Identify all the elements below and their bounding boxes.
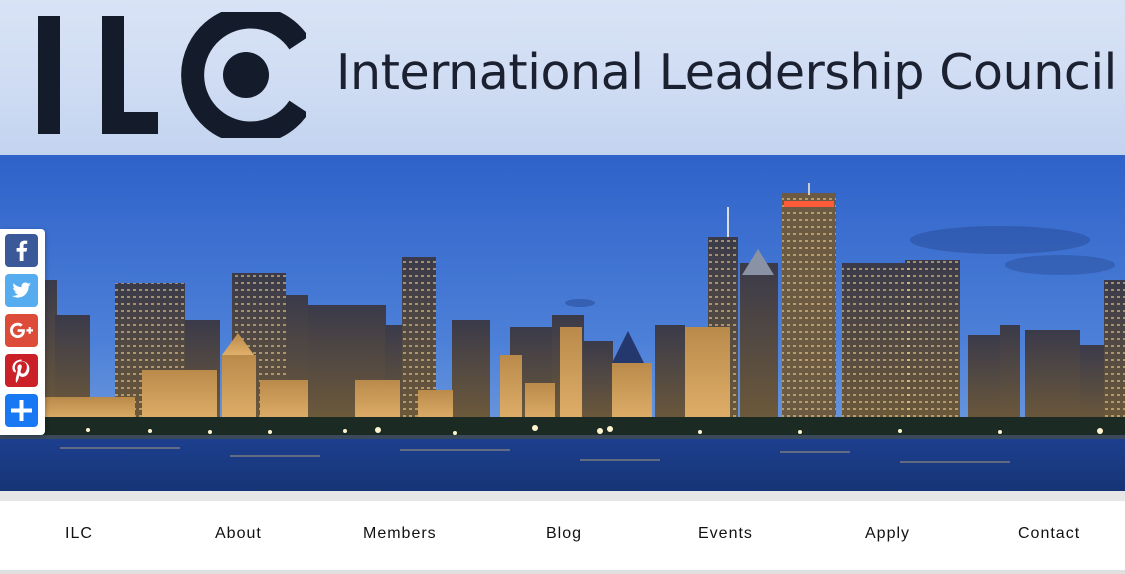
- nav-item-members[interactable]: Members: [363, 525, 437, 547]
- nav-bottom-divider: [0, 570, 1125, 574]
- hero-skyline-image: [0, 155, 1125, 491]
- site-name: International Leadership Council: [336, 44, 1117, 101]
- nav-item-blog[interactable]: Blog: [546, 525, 582, 547]
- nav-item-about[interactable]: About: [215, 525, 262, 547]
- social-share-bar: [0, 229, 45, 435]
- share-plus-icon: [11, 400, 32, 421]
- google-plus-share-button[interactable]: [5, 314, 38, 347]
- main-navigation: ILC About Members Blog Events Apply Cont…: [0, 501, 1125, 570]
- nav-top-divider: [0, 491, 1125, 501]
- more-share-button[interactable]: [5, 394, 38, 427]
- twitter-icon: [12, 282, 31, 298]
- nav-item-contact[interactable]: Contact: [1018, 525, 1080, 547]
- facebook-icon: [16, 240, 28, 261]
- nav-item-apply[interactable]: Apply: [865, 525, 910, 547]
- facebook-share-button[interactable]: [5, 234, 38, 267]
- pinterest-share-button[interactable]: [5, 354, 38, 387]
- twitter-share-button[interactable]: [5, 274, 38, 307]
- nav-item-events[interactable]: Events: [698, 525, 753, 547]
- google-plus-icon: [10, 322, 33, 338]
- pinterest-icon: [12, 359, 30, 383]
- site-header: International Leadership Council: [0, 0, 1125, 155]
- nav-item-ilc[interactable]: ILC: [65, 525, 93, 547]
- ilc-logo: [38, 12, 306, 138]
